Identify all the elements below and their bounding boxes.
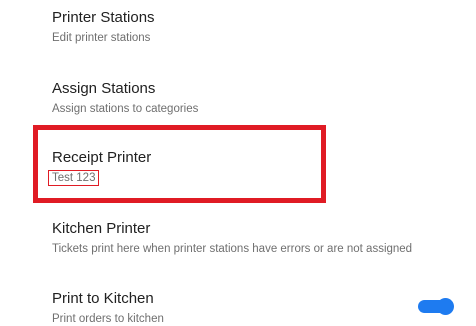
setting-printer-stations[interactable]: Printer Stations Edit printer stations [52,9,476,45]
setting-title: Printer Stations [52,9,155,26]
setting-title: Receipt Printer [52,149,152,166]
setting-kitchen-printer[interactable]: Kitchen Printer Tickets print here when … [52,220,476,256]
setting-receipt-printer[interactable]: Receipt Printer Test 123 [48,149,476,186]
setting-print-to-kitchen[interactable]: Print to Kitchen Print orders to kitchen [52,290,436,326]
setting-title: Print to Kitchen [52,290,154,307]
setting-subtitle: Tickets print here when printer stations… [52,243,413,255]
print-to-kitchen-toggle[interactable] [418,298,454,315]
setting-subtitle: Assign stations to categories [52,103,199,115]
setting-assign-stations[interactable]: Assign Stations Assign stations to categ… [52,80,476,116]
setting-title: Kitchen Printer [52,220,151,237]
toggle-thumb [437,298,454,315]
printer-settings-screen: Printer Stations Edit printer stations A… [0,0,476,326]
setting-subtitle: Print orders to kitchen [52,313,164,325]
setting-title: Assign Stations [52,80,156,97]
setting-subtitle: Edit printer stations [52,32,151,44]
receipt-printer-value: Test 123 [48,170,100,186]
